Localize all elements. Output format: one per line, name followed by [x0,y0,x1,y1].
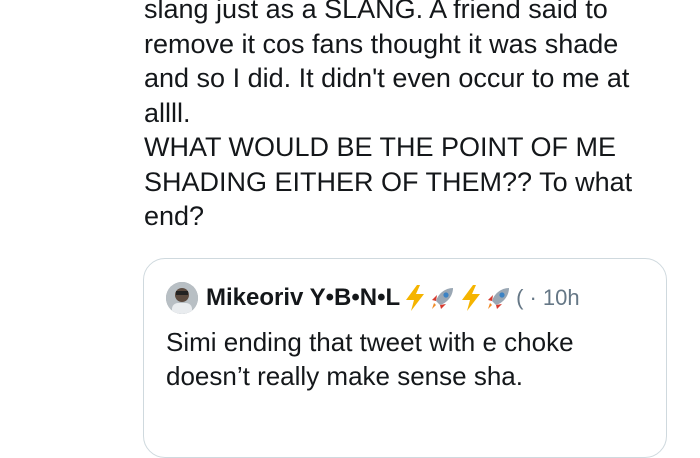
lightning-icon [404,285,426,311]
quoted-tweet-text: Simi ending that tweet with e choke does… [166,327,574,391]
rocket-icon [486,285,512,311]
quoted-tweet-time[interactable]: · 10h [529,285,579,311]
quoted-tweet-header: Mikeoriv Y•B•N•L ( · 10h [166,281,666,315]
quoted-author-name[interactable]: Mikeoriv Y•B•N•L [206,284,400,312]
avatar[interactable] [166,282,198,314]
quoted-author-handle[interactable]: ( [516,285,523,311]
rocket-icon [430,285,456,311]
tweet-text: slang just as a SLANG. A friend said to … [144,0,633,231]
lightning-icon [460,285,482,311]
quoted-tweet-card[interactable]: Mikeoriv Y•B•N•L ( · 10h Simi ending tha… [143,258,667,458]
